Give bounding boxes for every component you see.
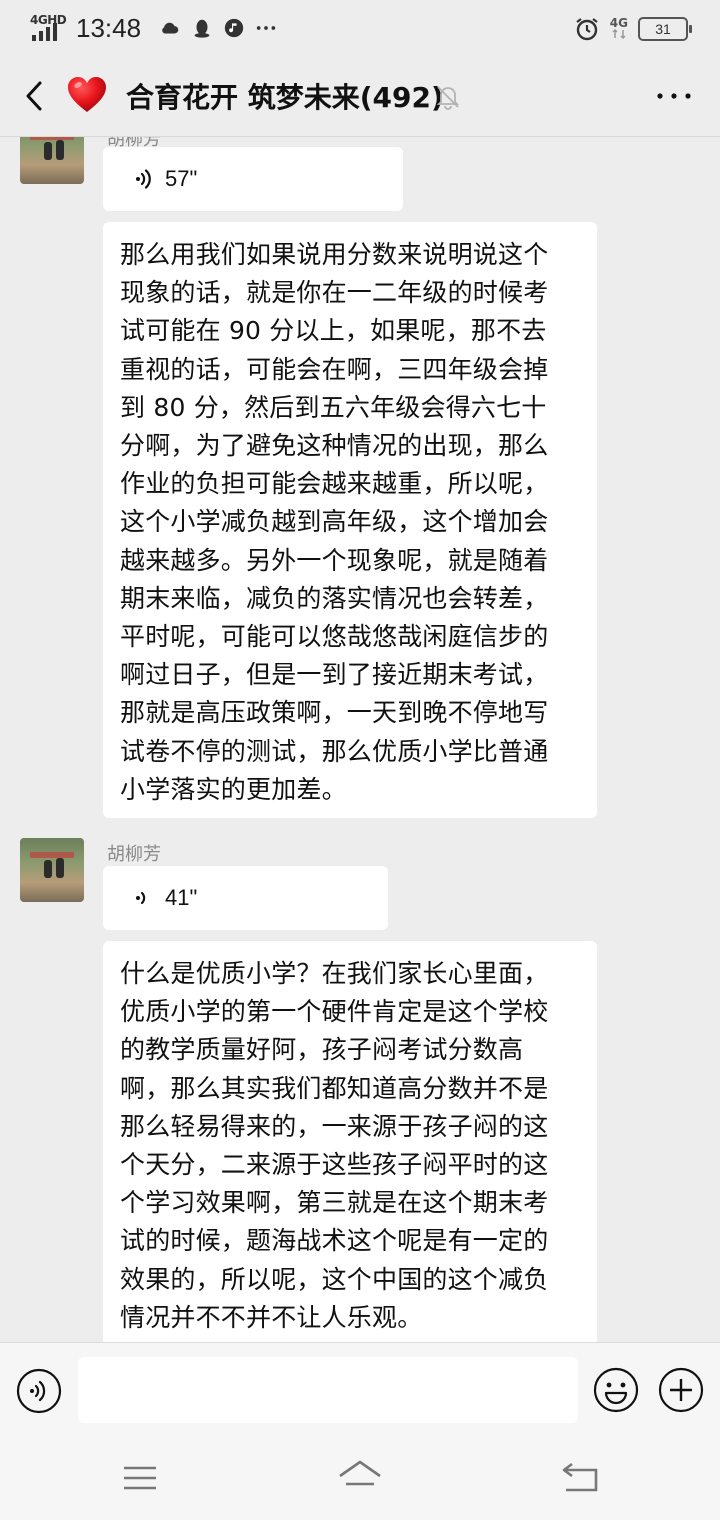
message-text-line: 啊，那么其实我们都知道高分数并不是 (120, 1073, 549, 1103)
avatar[interactable] (20, 838, 84, 902)
message-text-line: 那么用我们如果说用分数来说明说这个 (120, 240, 549, 269)
voice-duration: 57" (165, 166, 198, 191)
status-time: 13:48 (76, 12, 142, 43)
sender-name: 胡柳芳 (107, 844, 161, 865)
more-button[interactable] (656, 86, 692, 106)
voice-message-bubble[interactable]: 41" (103, 866, 388, 930)
battery-level: 31 (655, 21, 671, 37)
back-button[interactable] (18, 78, 54, 114)
voice-duration: 41" (165, 885, 198, 910)
plus-circle-button[interactable] (658, 1367, 704, 1413)
message-text-line: 那么轻易得来的，一来源于孩子闷的这 (120, 1111, 549, 1141)
message-text-line: 平时呢，可能可以悠哉悠哉闲庭信步的 (120, 622, 549, 652)
message-text-line: 那就是高压政策啊，一天到晚不停地写 (120, 698, 549, 728)
status-bar: 4GHD 13:48 4G 31 (0, 0, 720, 56)
chat-header: 合育花开 筑梦未来(492) (0, 56, 720, 137)
qq-penguin-icon (194, 19, 210, 38)
message-text-line: 什么是优质小学？在我们家长心里面， (120, 959, 549, 988)
voice-message-bubble[interactable]: 57" (103, 147, 403, 211)
message-text-line: 重视的话，可能会在啊，三四年级会掉 (120, 354, 549, 384)
message-input[interactable] (78, 1357, 578, 1423)
data-arrows-icon (612, 28, 626, 40)
mobile-data-indicator: 4G (610, 17, 628, 41)
status-right: 4G 31 (574, 14, 692, 44)
message-text-line: 试卷不停的测试，那么优质小学比普通 (120, 736, 549, 766)
message-text-line: 优质小学的第一个硬件肯定是这个学校 (120, 997, 549, 1027)
message-text-line: 越来越多。另外一个现象呢，就是随着 (120, 545, 549, 575)
status-notification-icons (159, 17, 277, 39)
heart-icon (68, 77, 106, 112)
message-text-line: 小学落实的更加差。 (120, 774, 347, 804)
avatar[interactable] (20, 137, 84, 184)
message-text-line: 个天分，二来源于这些孩子闷平时的这 (120, 1150, 549, 1180)
weather-cloud-icon (162, 22, 179, 34)
status-left: 4GHD 13:48 (30, 10, 277, 46)
signal-icon: 4GHD (30, 13, 67, 43)
message-text-line: 这个小学减负越到高年级，这个增加会 (120, 507, 549, 537)
message-text-line: 期末来临，减负的落实情况也会转差， (120, 583, 549, 613)
battery-icon: 31 (638, 17, 692, 41)
music-icon (224, 18, 244, 38)
message-text-line: 的教学质量好阿，孩子闷考试分数高 (120, 1035, 524, 1065)
system-back-button[interactable] (560, 1462, 600, 1494)
message-text-line: 试的时候，题海战术这个呢是有一定的 (120, 1226, 549, 1256)
home-button[interactable] (336, 1458, 384, 1494)
message-text-line: 啊过日子，但是一到了接近期末考试， (120, 660, 549, 690)
more-notifications-icon (256, 26, 276, 30)
message-text-line: 作业的负担可能会越来越重，所以呢， (120, 469, 549, 499)
mobile-data-label: 4G (609, 16, 628, 30)
text-message-bubble[interactable]: 那么用我们如果说用分数来说明说这个 现象的话，就是你在一二年级的时候考 试可能在… (103, 222, 597, 818)
chat-message-list[interactable]: 胡柳芳 57" 那么用我们如果说用分数来说明说这个 现象的话，就是你在一二年级的… (0, 137, 720, 1342)
message-input-bar (0, 1342, 720, 1437)
message-text-line: 现象的话，就是你在一二年级的时候考 (120, 278, 549, 308)
alarm-clock-icon (576, 18, 598, 41)
message-text-line: 情况并不不并不让人乐观。 (120, 1302, 423, 1332)
chat-title: 合育花开 筑梦未来(492) (126, 81, 444, 114)
system-navigation-bar (0, 1436, 720, 1520)
emoji-button[interactable] (593, 1367, 639, 1413)
message-text-line: 分啊，为了避免这种情况的出现，那么 (120, 431, 549, 461)
voice-wave-icon (136, 891, 146, 905)
text-message-bubble[interactable]: 什么是优质小学？在我们家长心里面， 优质小学的第一个硬件肯定是这个学校 的教学质… (103, 941, 597, 1342)
message-text-line: 到 80 分，然后到五六年级会得六七十 (120, 392, 547, 422)
bell-off-icon (436, 86, 460, 110)
message-text-line: 个学习效果啊，第三就是在这个期末考 (120, 1188, 549, 1218)
voice-wave-icon (136, 169, 151, 189)
recent-apps-button[interactable] (122, 1464, 158, 1492)
voice-input-toggle-button[interactable] (16, 1368, 62, 1414)
message-text-line: 试可能在 90 分以上，如果呢，那不去 (120, 316, 547, 346)
message-text-line: 效果的，所以呢，这个中国的这个减负 (120, 1264, 549, 1294)
